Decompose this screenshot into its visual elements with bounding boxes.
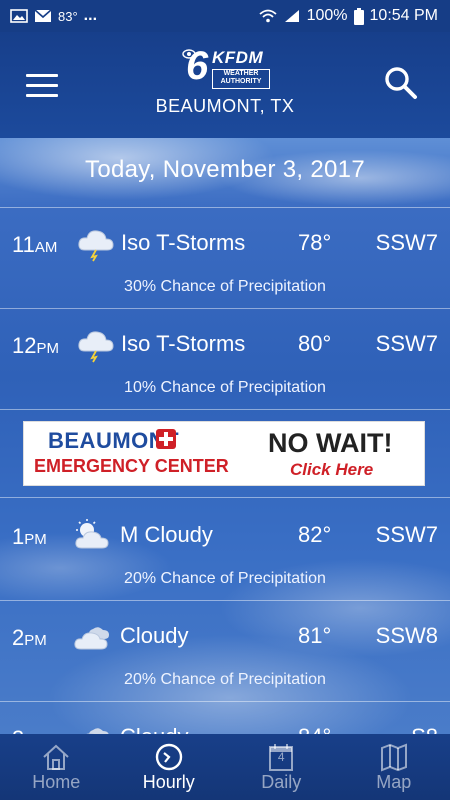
thunderstorm-icon bbox=[78, 230, 114, 262]
hour-row[interactable]: 12PM Iso T-Storms 80° SSW7 10% Chance of… bbox=[0, 309, 450, 409]
status-temperature: 83° bbox=[58, 8, 78, 24]
hour-wind: SSW7 bbox=[375, 230, 438, 255]
nav-daily-label: Daily bbox=[261, 772, 302, 792]
status-more-dots: ... bbox=[83, 7, 98, 24]
hour-precipitation: 30% Chance of Precipitation bbox=[124, 278, 326, 295]
mail-notification-icon bbox=[34, 9, 52, 22]
location-label: BEAUMONT, TX bbox=[155, 96, 295, 116]
home-icon bbox=[43, 744, 69, 770]
cloudy-icon bbox=[86, 728, 109, 734]
signal-icon bbox=[284, 10, 299, 22]
ad-cta[interactable]: Click Here bbox=[290, 460, 373, 480]
hour-wind: SSW7 bbox=[375, 331, 438, 356]
nav-home[interactable]: Home bbox=[0, 734, 113, 800]
hour-condition: M Cloudy bbox=[120, 522, 213, 547]
battery-icon bbox=[353, 7, 364, 25]
calendar-day-number: 4 bbox=[277, 750, 285, 764]
hour-wind: S8 bbox=[411, 724, 438, 734]
status-time: 10:54 PM bbox=[369, 7, 438, 24]
hour-time: 11AM bbox=[12, 232, 58, 257]
nav-map[interactable]: Map bbox=[338, 734, 450, 800]
app-header: 6 KFDM WEATHER AUTHORITY BEAUMONT, TX bbox=[0, 32, 450, 138]
bottom-navigation: Home Hourly 4 Daily Map bbox=[0, 734, 450, 800]
cloudy-icon bbox=[74, 627, 109, 650]
image-notification-icon bbox=[10, 9, 28, 23]
hour-time: 2PM bbox=[12, 625, 47, 650]
hour-temperature: 78° bbox=[298, 230, 332, 255]
logo-tag: WEATHER AUTHORITY bbox=[212, 69, 270, 89]
wifi-icon bbox=[259, 9, 277, 23]
hour-condition: Iso T-Storms bbox=[121, 230, 246, 255]
hour-precipitation: 20% Chance of Precipitation bbox=[124, 570, 326, 587]
hour-temperature: 81° bbox=[298, 623, 332, 648]
hour-wind: SSW8 bbox=[375, 623, 438, 648]
divider bbox=[0, 409, 450, 410]
hour-condition: Cloudy bbox=[120, 623, 189, 648]
search-icon[interactable] bbox=[384, 66, 418, 100]
nav-hourly-label: Hourly bbox=[142, 772, 195, 792]
medical-cross-icon bbox=[156, 429, 176, 449]
hourly-forecast-list[interactable]: Today, November 3, 2017 11AM Iso T-Storm… bbox=[0, 138, 450, 734]
battery-percent: 100% bbox=[306, 7, 348, 24]
ad-headline: NO WAIT! bbox=[268, 428, 393, 458]
clock-icon bbox=[155, 743, 182, 771]
advertisement-banner[interactable]: BEAUMONT EMERGENCY CENTER NO WAIT! Click… bbox=[24, 422, 424, 485]
hour-precipitation: 10% Chance of Precipitation bbox=[124, 379, 326, 396]
logo-station: KFDM bbox=[212, 48, 264, 67]
hour-row[interactable]: 11AM Iso T-Storms 78° SSW7 30% Chance of… bbox=[0, 208, 450, 308]
logo-number: 6 bbox=[186, 44, 209, 88]
page-title: Today, November 3, 2017 bbox=[85, 156, 365, 183]
nav-hourly[interactable]: Hourly bbox=[113, 734, 226, 800]
hour-condition: Cloudy bbox=[120, 724, 188, 734]
hour-time: 3PM bbox=[12, 726, 47, 734]
hour-temperature: 84° bbox=[298, 724, 331, 734]
hour-time: 1PM bbox=[12, 524, 47, 549]
nav-home-label: Home bbox=[32, 772, 81, 792]
menu-icon[interactable] bbox=[26, 74, 58, 97]
partly-cloudy-icon bbox=[75, 519, 109, 549]
divider bbox=[0, 497, 450, 498]
hour-precipitation: 20% Chance of Precipitation bbox=[124, 671, 326, 688]
hour-temperature: 82° bbox=[298, 522, 332, 547]
nav-daily[interactable]: 4 Daily bbox=[225, 734, 338, 800]
hour-condition: Iso T-Storms bbox=[121, 331, 246, 356]
map-icon bbox=[380, 743, 407, 772]
nav-map-label: Map bbox=[376, 772, 412, 792]
ad-line2: EMERGENCY CENTER bbox=[34, 456, 229, 476]
hour-row[interactable]: 2PM Cloudy 81° SSW8 20% Chance of Precip… bbox=[0, 601, 450, 701]
hour-row[interactable]: 1PM M Cloudy 82° SSW7 20% Chance of Prec… bbox=[0, 500, 450, 600]
status-bar: 83° ... 100% 10:54 PM bbox=[0, 0, 450, 32]
station-logo: 6 KFDM WEATHER AUTHORITY bbox=[182, 46, 272, 96]
hour-time: 12PM bbox=[12, 333, 59, 358]
thunderstorm-icon bbox=[78, 331, 114, 363]
hour-row[interactable]: 3PM Cloudy 84° S8 bbox=[0, 702, 450, 734]
hour-temperature: 80° bbox=[298, 331, 332, 356]
hour-wind: SSW7 bbox=[375, 522, 438, 547]
